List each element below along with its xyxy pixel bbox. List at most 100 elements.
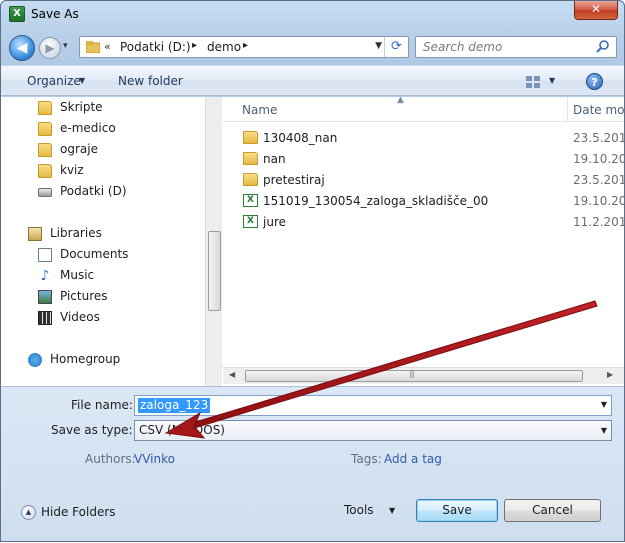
file-date: 19.10.2015 <box>573 152 624 166</box>
nav-item-label: Videos <box>60 310 100 324</box>
back-button[interactable]: ◀ <box>9 35 35 61</box>
nav-item-pictures[interactable]: Pictures <box>38 288 198 306</box>
organize-button[interactable]: Organize <box>27 74 81 88</box>
nav-item-videos[interactable]: Videos <box>38 309 198 327</box>
excel-app-icon: X <box>9 6 25 22</box>
file-name-field[interactable]: zaloga_123 ▼ <box>134 395 612 416</box>
folder-icon <box>38 143 52 157</box>
file-row[interactable]: 130408_nan 23.5.2013 <box>223 128 624 149</box>
nav-item-libraries[interactable]: Libraries <box>28 225 198 243</box>
pictures-icon <box>38 290 52 304</box>
scrollbar-thumb[interactable] <box>208 231 221 311</box>
authors-label: Authors: <box>85 452 136 466</box>
nav-item-label: Pictures <box>60 289 108 303</box>
file-date: 11.2.2013 <box>573 215 624 229</box>
breadcrumb-separator[interactable]: ▸ <box>243 40 248 51</box>
file-list-scrollbar[interactable]: ◀ ||| ▶ <box>223 367 624 384</box>
nav-item-label: Music <box>60 268 95 282</box>
cancel-button[interactable]: Cancel <box>504 499 601 522</box>
nav-item-documents[interactable]: Documents <box>38 246 198 264</box>
nav-item-kviz[interactable]: kviz <box>38 162 198 180</box>
folder-icon <box>38 164 52 178</box>
chevron-down-icon[interactable]: ▼ <box>601 426 607 435</box>
authors-value[interactable]: VVinko <box>134 452 175 466</box>
file-date: 19.10.2015 <box>573 194 624 208</box>
new-folder-button[interactable]: New folder <box>118 74 183 88</box>
save-as-type-label: Save as type: <box>51 423 133 437</box>
breadcrumb-drive[interactable]: Podatki (D:) <box>120 40 191 54</box>
hide-folders-label: Hide Folders <box>41 505 116 519</box>
nav-item-label: Documents <box>60 247 129 261</box>
file-date: 23.5.2013 <box>573 131 624 145</box>
search-input[interactable]: Search demo <box>423 40 502 54</box>
chevron-up-icon: ▲ <box>21 505 36 520</box>
save-options-panel: File name: zaloga_123 ▼ Save as type: CS… <box>1 386 624 541</box>
breadcrumb-folder[interactable]: demo <box>207 40 241 54</box>
tags-label: Tags: <box>351 452 382 466</box>
tags-value[interactable]: Add a tag <box>384 452 442 466</box>
folder-icon <box>243 131 258 144</box>
nav-item-ograje[interactable]: ograje <box>38 141 198 159</box>
nav-item-skripte[interactable]: Skripte <box>38 99 198 117</box>
nav-item-homegroup[interactable]: Homegroup <box>28 351 198 369</box>
nav-item-label: Homegroup <box>50 352 121 366</box>
file-name: jure <box>263 215 286 229</box>
documents-icon <box>38 248 52 262</box>
file-name-value[interactable]: zaloga_123 <box>138 398 211 413</box>
file-row[interactable]: X jure 11.2.2013 <box>223 212 624 233</box>
file-name: 151019_130054_zaloga_skladišče_00 <box>263 194 489 208</box>
folder-icon <box>243 152 258 165</box>
breadcrumb-separator[interactable]: ▸ <box>192 40 197 51</box>
address-dropdown-icon[interactable]: ▼ <box>375 41 382 51</box>
column-header-row: Name ▲ Date mo <box>223 97 624 122</box>
scrollbar-grip: ||| <box>409 369 415 378</box>
history-chevron[interactable]: « <box>104 40 111 53</box>
file-row[interactable]: nan 19.10.2015 <box>223 149 624 170</box>
nav-item-drive[interactable]: Podatki (D) <box>38 183 198 201</box>
chevron-down-icon[interactable]: ▼ <box>601 400 607 409</box>
file-name: 130408_nan <box>263 131 338 145</box>
navigation-scrollbar[interactable] <box>205 97 222 386</box>
homegroup-icon <box>28 353 42 367</box>
forward-button[interactable]: ▶ <box>39 37 61 59</box>
nav-item-e-medico[interactable]: e-medico <box>38 120 198 138</box>
chevron-down-icon[interactable]: ▼ <box>389 506 395 515</box>
scroll-left-icon[interactable]: ◀ <box>229 370 235 379</box>
folder-icon <box>86 41 100 53</box>
nav-item-label: e-medico <box>60 121 116 135</box>
search-box[interactable]: Search demo <box>415 36 617 58</box>
folder-icon <box>243 173 258 186</box>
file-row[interactable]: pretestiraj 23.5.2013 <box>223 170 624 191</box>
file-row[interactable]: X 151019_130054_zaloga_skladišče_00 19.1… <box>223 191 624 212</box>
file-name-label: File name: <box>71 398 133 412</box>
window-title: Save As <box>31 7 79 21</box>
navigation-pane: Skripte e-medico ograje kviz Podatki (D)… <box>1 97 205 386</box>
nav-item-label: kviz <box>60 163 84 177</box>
drive-icon <box>38 188 52 197</box>
tools-button[interactable]: Tools <box>344 503 374 517</box>
column-header-name[interactable]: Name <box>242 103 277 117</box>
file-list: Name ▲ Date mo 130408_nan 23.5.2013 nan … <box>223 97 624 386</box>
column-divider[interactable] <box>567 97 568 122</box>
save-as-type-value[interactable]: CSV (MS-DOS) <box>139 423 225 437</box>
libraries-icon <box>28 227 42 241</box>
help-icon[interactable]: ? <box>586 73 603 90</box>
view-options-chevron-icon[interactable]: ▼ <box>549 76 555 85</box>
nav-item-music[interactable]: ♪ Music <box>38 267 198 285</box>
save-as-type-select[interactable]: CSV (MS-DOS) ▼ <box>134 420 612 441</box>
scroll-right-icon[interactable]: ▶ <box>607 370 613 379</box>
close-button[interactable]: ✕ <box>574 1 618 20</box>
column-header-date[interactable]: Date mo <box>573 103 624 117</box>
chevron-down-icon[interactable]: ▼ <box>79 76 85 85</box>
address-bar[interactable]: « Podatki (D:) ▸ demo ▸ ▼ ⟳ <box>79 36 409 58</box>
search-icon[interactable] <box>595 39 611 55</box>
save-as-dialog: X Save As ✕ ◀ ▶ ▾ « Podatki (D:) ▸ demo … <box>0 0 625 542</box>
nav-item-label: ograje <box>60 142 98 156</box>
recent-pages-dropdown[interactable]: ▾ <box>63 41 68 51</box>
refresh-icon[interactable]: ⟳ <box>384 37 408 57</box>
browser-area: Skripte e-medico ograje kviz Podatki (D)… <box>1 97 624 386</box>
nav-item-label: Libraries <box>50 226 102 240</box>
change-view-icon[interactable] <box>525 75 541 89</box>
save-button[interactable]: Save <box>416 499 498 522</box>
command-bar: Organize ▼ New folder ▼ ? <box>1 65 624 96</box>
